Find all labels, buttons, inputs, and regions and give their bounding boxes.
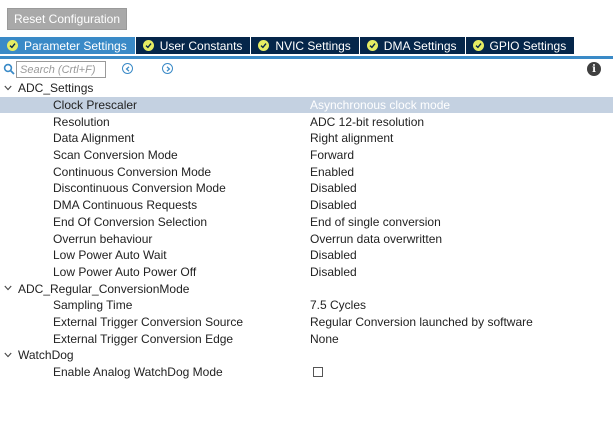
parameter-row[interactable]: Discontinuous Conversion Mode Disabled [0,180,613,197]
parameter-name: External Trigger Conversion Source [53,314,244,329]
group-header-watchdog[interactable]: WatchDog [0,347,613,364]
parameter-name: Data Alignment [53,131,135,146]
group-header-adc-settings[interactable]: ADC_Settings [0,80,613,97]
search-previous-button[interactable] [122,63,133,74]
parameter-value[interactable]: Disabled [310,198,357,212]
parameter-value[interactable]: Overrun data overwritten [310,232,442,246]
chevron-down-icon[interactable] [4,285,12,291]
settings-tab-bar: Parameter Settings User Constants NVIC Set… [0,37,613,59]
parameter-name: External Trigger Conversion Edge [53,331,234,346]
parameter-name: Discontinuous Conversion Mode [53,181,226,196]
parameter-name: Continuous Conversion Mode [53,164,212,179]
group-title: WatchDog [18,348,74,363]
parameter-name: Low Power Auto Wait [53,248,167,263]
parameter-row[interactable]: DMA Continuous Requests Disabled [0,197,613,214]
parameter-value[interactable]: ADC 12-bit resolution [310,115,424,129]
parameter-value[interactable]: Right alignment [310,131,393,145]
tab-label: DMA Settings [383,38,457,53]
checkmark-icon [142,40,154,51]
parameter-row[interactable]: Overrun behaviour Overrun data overwritte… [0,230,613,247]
parameter-name: Low Power Auto Power Off [53,264,197,279]
checkmark-icon [472,40,484,51]
tab-parameter-settings[interactable]: Parameter Settings [0,37,135,54]
parameter-row[interactable]: Enable Analog WatchDog Mode [0,364,613,381]
tab-gpio-settings[interactable]: GPIO Settings [465,37,575,54]
search-bar: i [0,61,613,79]
parameter-value[interactable]: 7.5 Cycles [310,298,366,312]
chevron-right-icon [166,65,170,72]
parameter-row[interactable]: Sampling Time 7.5 Cycles [0,297,613,314]
parameter-value[interactable]: Forward [310,148,354,162]
parameter-row[interactable]: Low Power Auto Power Off Disabled [0,264,613,281]
parameter-name: Resolution [53,114,110,129]
tab-user-constants[interactable]: User Constants [135,37,251,54]
parameter-name: End Of Conversion Selection [53,214,208,229]
parameter-row[interactable]: Resolution ADC 12-bit resolution [0,113,613,130]
checkmark-icon [258,40,270,51]
parameter-row[interactable]: End Of Conversion Selection End of single… [0,214,613,231]
chevron-down-icon[interactable] [4,85,12,91]
parameter-name: Scan Conversion Mode [53,148,178,163]
info-icon[interactable]: i [587,62,601,76]
parameter-value[interactable]: Enabled [310,165,354,179]
search-next-button[interactable] [162,63,173,74]
parameter-value[interactable]: End of single conversion [310,215,441,229]
parameter-name: Overrun behaviour [53,231,153,246]
parameter-row[interactable]: Continuous Conversion Mode Enabled [0,163,613,180]
parameter-name: Sampling Time [53,298,133,313]
parameter-name: DMA Continuous Requests [53,198,198,213]
checkmark-icon [7,40,18,51]
parameter-row[interactable]: External Trigger Conversion Edge None [0,330,613,347]
chevron-left-icon [125,65,129,72]
tab-list: Parameter Settings User Constants NVIC Set… [0,37,613,54]
parameter-value[interactable]: Regular Conversion launched by software [310,315,533,329]
parameter-value[interactable]: Asynchronous clock mode [310,98,450,112]
parameter-row[interactable]: Scan Conversion Mode Forward [0,147,613,164]
parameter-name: Clock Prescaler [53,98,138,113]
search-icon[interactable] [3,63,15,75]
parameter-value[interactable]: Disabled [310,265,357,279]
parameter-row[interactable]: Clock Prescaler Asynchronous clock mode [0,96,613,114]
parameter-row[interactable]: External Trigger Conversion Source Regula… [0,314,613,331]
reset-configuration-button[interactable]: Reset Configuration [7,8,127,30]
tab-label: User Constants [159,38,243,53]
parameter-value[interactable]: Disabled [310,181,357,195]
parameter-row[interactable]: Data Alignment Right alignment [0,130,613,147]
search-input[interactable] [16,61,106,78]
parameter-row[interactable]: Low Power Auto Wait Disabled [0,247,613,264]
tab-dma-settings[interactable]: DMA Settings [359,37,465,54]
group-header-adc-regular-conversionmode[interactable]: ADC_Regular_ConversionMode [0,280,613,297]
group-title: ADC_Regular_ConversionMode [18,281,190,296]
analog-watchdog-checkbox[interactable] [313,366,323,377]
tab-label: GPIO Settings [489,38,567,53]
checkmark-icon [366,40,378,51]
group-title: ADC_Settings [18,81,94,96]
tab-label: Parameter Settings [24,38,127,53]
tab-label: NVIC Settings [275,38,351,53]
tab-nvic-settings[interactable]: NVIC Settings [251,37,359,54]
parameter-name: Enable Analog WatchDog Mode [53,365,223,380]
parameter-value[interactable]: None [310,332,339,346]
chevron-down-icon[interactable] [4,352,12,358]
parameter-tree: ADC_Settings Clock Prescaler Asynchronous … [0,80,613,380]
parameter-value[interactable]: Disabled [310,248,357,262]
